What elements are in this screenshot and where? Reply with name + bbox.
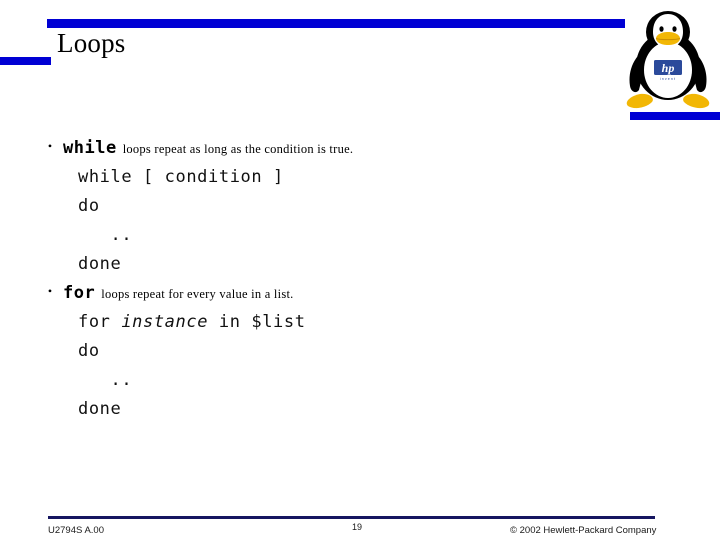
bullet-marker-icon: • — [47, 139, 53, 153]
bullet-keyword-for: for — [63, 283, 96, 303]
code-line-for-do: do — [78, 341, 100, 361]
code-line-while-header: while [ condition ] — [78, 167, 284, 187]
bullet-item-while: • while loops repeat as long as the cond… — [45, 138, 353, 158]
slide-body: • while loops repeat as long as the cond… — [0, 0, 720, 540]
code-token-for-list: in $list — [208, 312, 306, 332]
bullet-keyword-while: while — [63, 138, 117, 158]
slide: Loops hp invent • while loops repeat as … — [0, 0, 720, 540]
code-line-while-body: .. — [78, 225, 133, 245]
code-token-for-variable: instance — [121, 312, 209, 332]
footer-copyright: © 2002 Hewlett-Packard Company — [510, 525, 657, 536]
code-line-while-do: do — [78, 196, 100, 216]
code-token-for-keyword: for — [78, 312, 122, 332]
code-line-while-done: done — [78, 254, 122, 274]
footer-page-number: 19 — [352, 522, 363, 532]
code-line-for-done: done — [78, 399, 122, 419]
bullet-description-for: loops repeat for every value in a list. — [101, 287, 294, 301]
bullet-item-for: • for loops repeat for every value in a … — [45, 283, 294, 303]
bullet-marker-icon: • — [47, 284, 53, 298]
footer-document-id: U2794S A.00 — [48, 525, 104, 536]
code-line-for-header: for instance in $list — [78, 312, 306, 332]
bullet-description-while: loops repeat as long as the condition is… — [122, 142, 354, 156]
code-line-for-body: .. — [78, 370, 133, 390]
footer-divider — [48, 516, 655, 519]
